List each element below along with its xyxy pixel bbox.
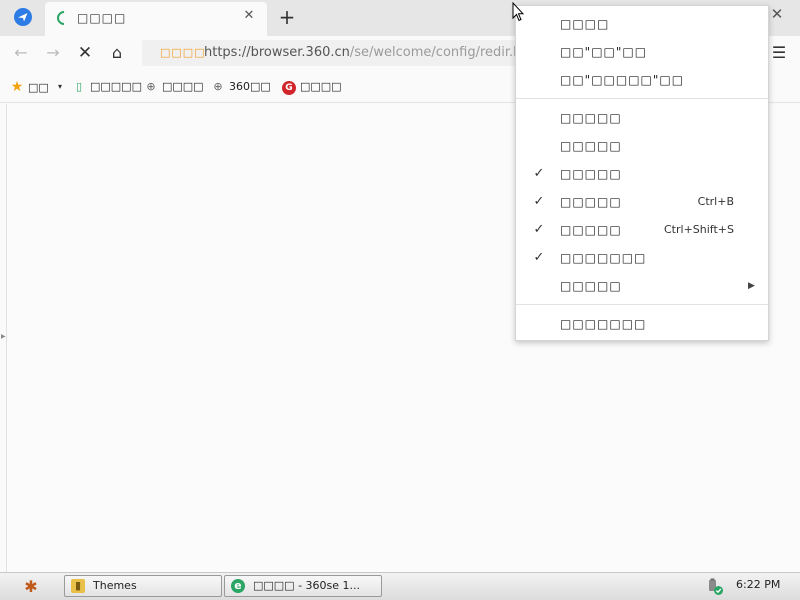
- mouse-cursor-icon: [512, 2, 524, 22]
- context-menu-item[interactable]: □□□□□□□: [516, 310, 768, 338]
- url-path: /se/welcome/config/redir.htm: [349, 45, 522, 60]
- context-menu-item[interactable]: □□□□□ ▶: [516, 272, 768, 300]
- bookmark-item[interactable]: ▯ □□□□□: [72, 78, 142, 96]
- new-tab-button[interactable]: +: [276, 4, 298, 30]
- context-menu-item[interactable]: ✓ □□□□□: [516, 160, 768, 188]
- menu-item-label: □□□□□□□: [560, 317, 647, 331]
- taskbar: ✱ ▮ Themes e □□□□ - 360se 1... 6:22 PM: [0, 572, 800, 600]
- context-menu-item[interactable]: □□□□□: [516, 132, 768, 160]
- context-menu-item[interactable]: □□□□□: [516, 104, 768, 132]
- bookmark-label: □□□□□: [90, 80, 142, 93]
- globe-icon: ⊕: [146, 80, 156, 93]
- menu-item-label: □□"□□□□□"□□: [560, 73, 685, 87]
- loading-spinner-icon: [54, 8, 74, 28]
- menu-item-label: □□□□□: [560, 223, 622, 237]
- address-url: https://browser.360.cn/se/welcome/config…: [204, 45, 522, 60]
- back-button[interactable]: ←: [10, 42, 32, 64]
- bookmark-label: □□: [28, 81, 49, 94]
- menu-item-label: □□□□□: [560, 111, 622, 125]
- phone-icon: ▯: [75, 80, 83, 93]
- context-menu-item[interactable]: ✓ □□□□□ Ctrl+B: [516, 188, 768, 216]
- menu-separator: [516, 98, 768, 99]
- menu-item-label: □□□□: [560, 17, 610, 31]
- bookmark-label: □□□□: [300, 80, 342, 93]
- checkmark-icon: ✓: [533, 250, 545, 265]
- menu-item-shortcut: Ctrl+Shift+S: [664, 223, 734, 236]
- globe-icon: ⊕: [213, 80, 223, 93]
- menu-item-label: □□□□□: [560, 167, 622, 181]
- address-security-tag: □□□□: [160, 46, 206, 59]
- checkmark-icon: ✓: [533, 166, 545, 181]
- tab-title: □□□□: [77, 11, 127, 25]
- context-menu-item[interactable]: □□"□□□□□"□□: [516, 66, 768, 94]
- stop-button[interactable]: ✕: [74, 42, 96, 64]
- menu-item-label: □□□□□: [560, 279, 622, 293]
- submenu-arrow-icon: ▶: [748, 281, 755, 291]
- tab-active[interactable]: □□□□ ✕: [45, 2, 267, 36]
- star-icon: ★: [10, 79, 24, 95]
- home-button[interactable]: ⌂: [106, 42, 128, 64]
- address-bar[interactable]: □□□□ https://browser.360.cn/se/welcome/c…: [142, 40, 522, 66]
- bookmark-item[interactable]: ★ □□: [10, 78, 49, 96]
- menu-item-label: □□"□□"□□: [560, 45, 648, 59]
- taskbar-button[interactable]: ▮ Themes: [64, 575, 222, 597]
- start-menu-icon[interactable]: ✱: [20, 576, 42, 598]
- bookmark-item[interactable]: G □□□□: [282, 78, 342, 96]
- context-menu-item[interactable]: □□"□□"□□: [516, 38, 768, 66]
- window-close-button[interactable]: ✕: [768, 4, 786, 24]
- context-menu-item[interactable]: ✓ □□□□□□□: [516, 244, 768, 272]
- checkmark-icon: ✓: [533, 222, 545, 237]
- bookmark-dropdown-icon[interactable]: ▾: [58, 78, 68, 96]
- forward-button[interactable]: →: [42, 42, 64, 64]
- menu-separator: [516, 304, 768, 305]
- context-menu: □□□□ □□"□□"□□ □□"□□□□□"□□ □□□□□ □□□□□ ✓ …: [515, 5, 769, 341]
- network-status-icon[interactable]: [706, 578, 724, 596]
- taskbar-button[interactable]: e □□□□ - 360se 1...: [224, 575, 382, 597]
- url-host: https://browser.360.cn: [204, 45, 350, 60]
- menu-item-label: □□□□□: [560, 195, 622, 209]
- taskbar-button-label: □□□□ - 360se 1...: [253, 579, 361, 592]
- sidebar-toggle-icon[interactable]: ▶: [1, 333, 6, 340]
- browser-360-icon: e: [231, 579, 245, 593]
- bookmark-item[interactable]: ⊕ 360□□: [211, 78, 271, 96]
- menu-item-label: □□□□□□□: [560, 251, 647, 265]
- bookmark-label: □□□□: [162, 80, 204, 93]
- menu-item-shortcut: Ctrl+B: [697, 195, 734, 208]
- bookmark-item[interactable]: ⊕ □□□□: [144, 78, 204, 96]
- bookmark-label: 360□□: [229, 80, 271, 93]
- checkmark-icon: ✓: [533, 194, 545, 209]
- tab-close-icon[interactable]: ✕: [241, 8, 257, 24]
- taskbar-button-label: Themes: [93, 579, 137, 592]
- system-clock[interactable]: 6:22 PM: [736, 578, 780, 591]
- menu-item-label: □□□□□: [560, 139, 622, 153]
- context-menu-item[interactable]: □□□□: [516, 10, 768, 38]
- g-logo-icon: G: [282, 81, 296, 95]
- main-menu-button[interactable]: ☰: [770, 42, 788, 64]
- send-icon[interactable]: [14, 8, 32, 26]
- context-menu-item[interactable]: ✓ □□□□□ Ctrl+Shift+S: [516, 216, 768, 244]
- folder-icon: ▮: [71, 579, 85, 593]
